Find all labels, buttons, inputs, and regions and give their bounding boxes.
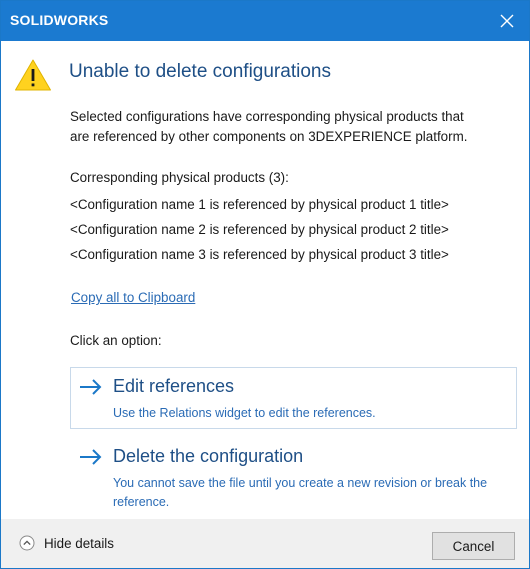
hide-details-label: Hide details	[44, 535, 114, 551]
edit-references-option[interactable]: Edit references Use the Relations widget…	[70, 367, 517, 429]
copy-to-clipboard-link[interactable]: Copy all to Clipboard	[71, 290, 195, 305]
dialog-footer: Hide details Cancel	[1, 519, 529, 568]
option-description: Use the Relations widget to edit the ref…	[113, 406, 376, 420]
product-item: <Configuration name 3 is referenced by p…	[70, 247, 449, 262]
options-label: Click an option:	[70, 333, 162, 348]
solidworks-dialog: SOLIDWORKS Unable to delete configuratio…	[0, 0, 530, 569]
warning-icon	[15, 59, 51, 91]
dialog-heading: Unable to delete configurations	[69, 61, 331, 82]
message-line-1: Selected configurations have correspondi…	[70, 109, 464, 124]
message-line-2: are referenced by other components on 3D…	[70, 129, 468, 144]
arrow-right-icon	[80, 379, 102, 395]
hide-details-toggle[interactable]: Hide details	[19, 533, 114, 553]
title-bar: SOLIDWORKS	[1, 1, 529, 41]
close-icon	[500, 14, 514, 28]
products-header: Corresponding physical products (3):	[70, 170, 289, 185]
cancel-button[interactable]: Cancel	[432, 532, 515, 560]
option-title: Edit references	[113, 376, 235, 396]
arrow-right-icon	[80, 449, 102, 465]
delete-configuration-option[interactable]: Delete the configuration You cannot save…	[70, 437, 517, 509]
window-title: SOLIDWORKS	[10, 12, 109, 28]
option-title: Delete the configuration	[113, 446, 304, 466]
product-item: <Configuration name 2 is referenced by p…	[70, 222, 449, 237]
product-item: <Configuration name 1 is referenced by p…	[70, 197, 449, 212]
option-description: You cannot save the file until you creat…	[113, 476, 488, 509]
chevron-up-circle-icon	[19, 535, 35, 551]
close-button[interactable]	[489, 3, 525, 39]
